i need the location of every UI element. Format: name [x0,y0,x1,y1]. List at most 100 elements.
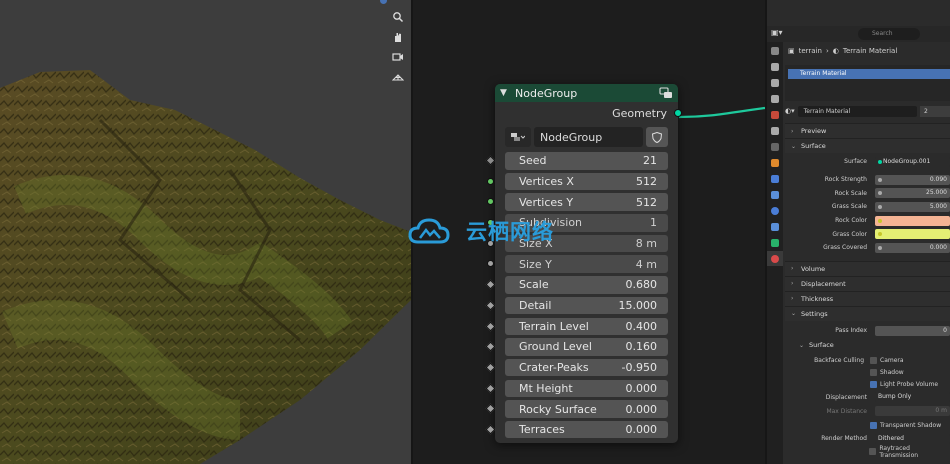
input-socket[interactable] [487,177,494,185]
property-label: Rock Color [835,217,867,225]
tab-tool[interactable] [767,43,783,58]
property-label: Grass Color [832,230,867,238]
input-value-field[interactable]: Terrain Level 0.400 [505,317,668,335]
node-input-row: Size Y 4 m [487,254,668,275]
transparent-shadow-row: Transparent Shadow [785,420,950,432]
3d-viewport[interactable] [0,0,411,464]
surface-shader-value[interactable]: NodeGroup.001 [875,156,950,167]
tab-material[interactable] [767,251,783,266]
shadow-label: Shadow [880,369,904,376]
input-value-field[interactable]: Rocky Surface 0.000 [505,400,668,418]
panel-displacement[interactable]: › Displacement [785,275,950,291]
breadcrumb-material[interactable]: Terrain Material [843,47,897,55]
input-value-field[interactable]: Mt Height 0.000 [505,379,668,398]
input-value-field[interactable]: Terraces 0.000 [505,420,668,439]
search-input[interactable]: Search [858,28,920,40]
input-value-field[interactable]: Scale 0.680 [505,276,668,294]
panel-thickness[interactable]: › Thickness [785,290,950,306]
editor-type-icon[interactable]: ▣▾ [771,28,787,40]
tab-output[interactable] [767,75,783,90]
input-value-field[interactable]: Crater-Peaks -0.950 [505,358,668,377]
panel-title: Settings [801,309,828,318]
material-slot-item[interactable]: Terrain Material [788,69,950,79]
input-value-field[interactable]: Vertices X 512 [505,172,668,191]
max-distance-field[interactable]: 0 m [875,406,950,417]
material-browse-icon[interactable]: ◐▾ [785,107,795,115]
shadow-row: Shadow [785,367,950,379]
properties-tabs [767,42,783,464]
input-value-field[interactable]: Detail 15.000 [505,296,668,315]
light-probe-checkbox[interactable] [870,381,877,388]
output-icon [771,78,779,87]
tab-render[interactable] [767,59,783,74]
camera-checkbox[interactable] [870,357,877,364]
tab-scene[interactable] [767,107,783,122]
subpanel-surface[interactable]: ⌄ Surface [785,337,950,353]
render-method-dropdown[interactable]: Dithered [875,433,950,444]
pass-index-field[interactable]: 0 [875,325,950,336]
pan-hand-icon[interactable] [389,28,407,46]
node-group-name-field[interactable]: NodeGroup [534,127,643,147]
output-label: Geometry [612,106,667,120]
panel-surface[interactable]: ⌄ Surface [785,138,950,153]
node-input-row: Scale 0.680 [485,275,668,296]
panel-volume[interactable]: › Volume [785,260,950,276]
pass-index-row: Pass Index 0 [785,324,950,338]
node-group-icon[interactable] [659,87,673,99]
node-group[interactable]: ▼ NodeGroup Geometry NodeGroup Seed 21 Ver… [485,84,682,443]
input-value-field[interactable]: Ground Level 0.160 [505,338,668,356]
raytraced-checkbox[interactable] [869,448,877,456]
render-method-label: Render Method [821,435,867,443]
breadcrumb-object[interactable]: terrain [799,47,822,55]
material-sphere-icon: ◐ [832,46,839,55]
material-name-field[interactable]: Terrain Material [797,105,917,117]
property-value-field[interactable]: 0.090 [875,174,950,185]
tab-collection[interactable] [767,139,783,154]
properties-editor[interactable]: ▣▾ Search ▣ terrain › ◐ Terrain Material… [767,0,950,464]
input-value: 4 m [635,257,657,271]
panel-settings[interactable]: ⌄ Settings [785,305,950,321]
node-input-row: Terraces 0.000 [485,420,668,441]
property-label: Rock Scale [834,189,867,197]
fake-user-shield-icon[interactable] [646,127,668,147]
tab-modifiers[interactable] [767,171,783,186]
input-value-field[interactable]: Size Y 4 m [505,255,668,273]
tab-object[interactable] [767,155,783,170]
watermark-text: 云栖网络 [466,220,554,244]
browse-node-group-button[interactable] [505,127,531,147]
surface-property-row: Grass Scale 5.000 [785,200,950,214]
shadow-checkbox[interactable] [870,369,877,376]
displacement-dropdown[interactable]: Bump Only [875,392,950,403]
input-value-field[interactable]: Vertices Y 512 [505,193,668,211]
property-value-field[interactable]: 5.000 [875,201,950,212]
input-value: 15.000 [618,299,658,313]
tab-constraints[interactable] [767,219,783,234]
grid-ortho-icon[interactable] [389,68,407,86]
property-value-field[interactable]: 25.000 [875,188,950,199]
tab-view-layer[interactable] [767,91,783,106]
input-label: Terraces [519,423,565,437]
zoom-icon[interactable] [389,8,407,26]
tab-data[interactable] [767,235,783,250]
tab-physics[interactable] [767,203,783,218]
input-value: 0.000 [625,381,658,395]
camera-view-icon[interactable] [389,48,407,66]
property-value-field[interactable]: 0.000 [875,242,950,253]
collection-icon [771,142,779,151]
tab-particles[interactable] [767,187,783,202]
geometry-output-socket[interactable] [674,109,682,117]
node-header[interactable]: ▼ NodeGroup [495,84,678,102]
collapse-chevron-icon[interactable]: ▼ [500,88,512,98]
input-value-field[interactable]: Seed 21 [505,152,668,170]
material-slot-list[interactable]: Terrain Material [785,65,950,101]
color-swatch[interactable] [875,229,950,240]
node-title: NodeGroup [515,86,578,100]
panel-preview[interactable]: › Preview [785,123,950,138]
material-users-count[interactable]: 2 [920,105,950,117]
property-label: Grass Covered [823,244,867,252]
tab-world[interactable] [767,123,783,138]
color-swatch[interactable] [875,215,950,226]
surface-property-row: Rock Color [785,214,950,228]
viewport-navigation-tools [389,8,407,86]
transparent-shadow-checkbox[interactable] [870,422,877,430]
